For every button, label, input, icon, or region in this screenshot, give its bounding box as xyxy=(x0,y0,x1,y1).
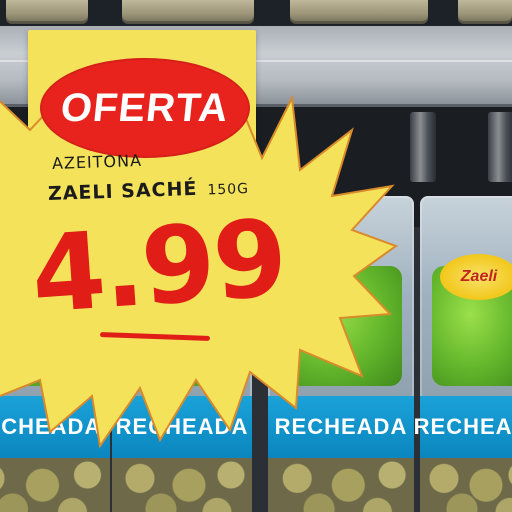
oferta-banner-text: OFERTA xyxy=(59,85,232,130)
store-shelf-scene: RECHEADA RECHEADA RECHEADA RECHEADA Zael… xyxy=(0,0,512,512)
oferta-banner: OFERTA xyxy=(40,58,250,158)
product-name-line: AZEITONA xyxy=(51,150,143,173)
price-value: 4.99 xyxy=(27,196,290,337)
product-size: 150G xyxy=(207,180,250,199)
